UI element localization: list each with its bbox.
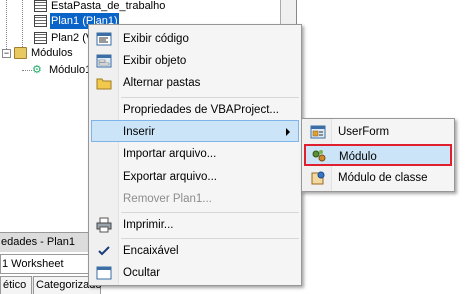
insert-submenu: UserForm Módulo Módulo de classe — [301, 118, 455, 192]
submenu-item-userform[interactable]: UserForm — [304, 121, 452, 143]
menu-item-ocultar[interactable]: Ocultar — [91, 262, 299, 284]
properties-panel-title: edades - Plan1 — [0, 232, 100, 252]
menu-item-exibir-codigo[interactable]: Exibir código — [91, 28, 299, 50]
workbook-icon — [34, 0, 47, 12]
form-view-icon — [96, 54, 112, 68]
menu-item-inserir[interactable]: Inserir — [91, 120, 299, 142]
properties-tabs: ético Categorizado — [0, 276, 101, 294]
properties-object-combo[interactable]: 1 Worksheet — [0, 254, 100, 274]
folder-icon — [14, 47, 27, 59]
tree-guide-line — [6, 0, 7, 55]
checkmark-icon — [98, 246, 110, 256]
submenu-item-modulo-classe[interactable]: Módulo de classe — [304, 167, 452, 189]
menu-item-alternar-pastas[interactable]: Alternar pastas — [91, 72, 299, 94]
submenu-item-modulo[interactable]: Módulo — [304, 144, 452, 166]
worksheet-icon — [34, 15, 47, 27]
menu-item-propriedades[interactable]: Propriedades de VBAProject... — [91, 99, 299, 121]
module-icon — [312, 150, 326, 162]
menu-item-exibir-objeto[interactable]: Exibir objeto — [91, 50, 299, 72]
module-icon: ⚙ — [32, 64, 42, 76]
menu-separator — [121, 97, 299, 98]
menu-item-exportar[interactable]: Exportar arquivo... — [91, 166, 299, 188]
context-menu: Exibir código Exibir objeto Alternar pas… — [88, 24, 302, 286]
userform-icon — [310, 125, 326, 139]
tree-guide-line — [22, 70, 32, 71]
menu-item-encaixavel[interactable]: Encaixável — [91, 240, 299, 262]
code-window-icon — [96, 32, 112, 46]
class-module-icon — [311, 171, 325, 185]
menu-item-importar[interactable]: Importar arquivo... — [91, 143, 299, 165]
collapse-toggle[interactable]: − — [2, 49, 11, 58]
printer-icon — [96, 217, 112, 233]
menu-item-remover[interactable]: Remover Plan1... — [91, 188, 299, 210]
tab-alphabetic[interactable]: ético — [0, 276, 32, 294]
menu-separator — [121, 238, 299, 239]
submenu-arrow-icon — [286, 128, 290, 136]
folder-icon — [96, 78, 112, 90]
menu-item-imprimir[interactable]: Imprimir... — [91, 214, 299, 236]
worksheet-icon — [34, 32, 47, 44]
menu-separator — [121, 212, 299, 213]
hide-window-icon — [96, 266, 112, 280]
